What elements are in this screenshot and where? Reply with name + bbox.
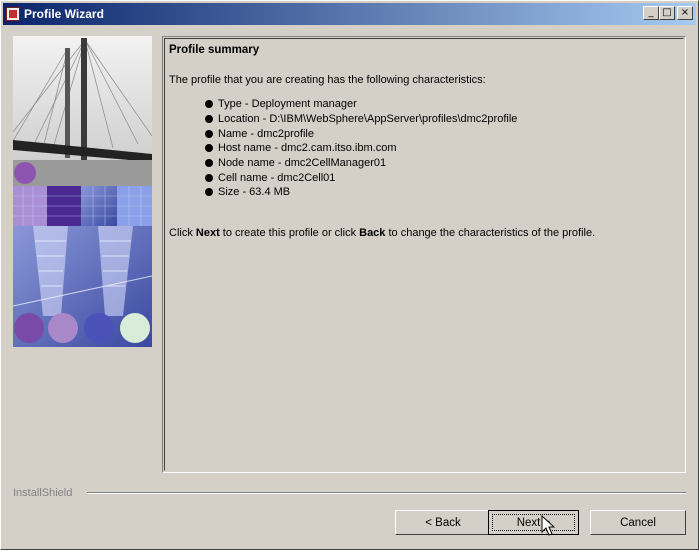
installshield-label: InstallShield xyxy=(13,487,73,499)
mouse-cursor-icon xyxy=(541,515,555,536)
list-item: Type - Deployment manager xyxy=(205,97,517,112)
summary-intro: The profile that you are creating has th… xyxy=(169,74,486,86)
summary-heading: Profile summary xyxy=(169,44,260,56)
cancel-button[interactable]: Cancel xyxy=(590,510,686,535)
maximize-button[interactable]: □ xyxy=(659,6,675,20)
back-button[interactable]: < Back xyxy=(395,510,491,535)
list-item: Node name - dmc2CellManager01 xyxy=(205,156,517,171)
wizard-side-graphic xyxy=(13,36,152,347)
bullet-icon xyxy=(205,115,213,124)
instruction-text: Click Next to create this profile or cli… xyxy=(169,227,596,239)
next-button[interactable]: Next > xyxy=(488,510,579,535)
summary-panel-inner: Profile summary The profile that you are… xyxy=(164,38,684,471)
title-bar[interactable]: Profile Wizard _ □ × xyxy=(3,3,696,25)
minimize-button[interactable]: _ xyxy=(643,6,659,20)
characteristics-list: Type - Deployment manager Location - D:\… xyxy=(205,97,517,200)
footer-divider xyxy=(87,492,686,494)
list-item: Size - 63.4 MB xyxy=(205,185,517,200)
bullet-icon xyxy=(205,159,213,168)
window-title: Profile Wizard xyxy=(24,7,104,21)
bullet-icon xyxy=(205,188,213,197)
list-item: Host name - dmc2.cam.itso.ibm.com xyxy=(205,141,517,156)
bullet-icon xyxy=(205,129,213,138)
bullet-icon xyxy=(205,100,213,109)
summary-panel: Profile summary The profile that you are… xyxy=(162,36,686,473)
list-item: Location - D:\IBM\WebSphere\AppServer\pr… xyxy=(205,112,517,127)
window-controls: _ □ × xyxy=(643,6,693,20)
bullet-icon xyxy=(205,173,213,182)
close-button[interactable]: × xyxy=(677,6,693,20)
bullet-icon xyxy=(205,144,213,153)
list-item: Cell name - dmc2Cell01 xyxy=(205,170,517,185)
focus-ring xyxy=(492,514,575,531)
list-item: Name - dmc2profile xyxy=(205,126,517,141)
bridge-collage-graphic xyxy=(13,36,152,347)
profile-wizard-window: Profile Wizard _ □ × Profile summary The… xyxy=(0,0,699,550)
app-icon xyxy=(6,7,20,21)
